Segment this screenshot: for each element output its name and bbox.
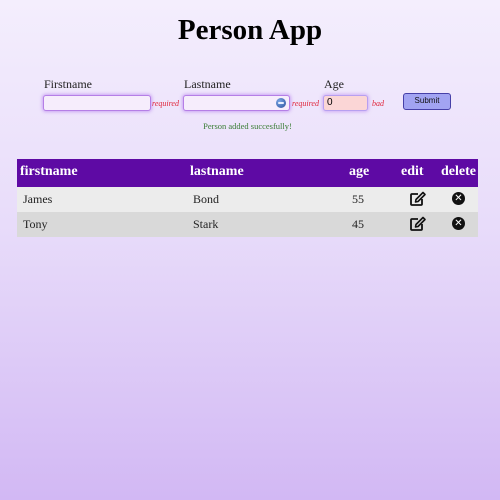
age-label: Age	[324, 77, 344, 91]
column-header-delete: delete	[441, 164, 476, 179]
success-message: Person added succesfully!	[203, 121, 292, 131]
submit-button[interactable]: Submit	[403, 93, 451, 110]
edit-icon[interactable]	[409, 216, 427, 232]
page-title: Person App	[177, 14, 323, 46]
lastname-input[interactable]	[183, 95, 290, 111]
column-header-age: age	[349, 164, 370, 179]
table-header: firstname lastname age edit delete	[17, 159, 478, 187]
column-header-firstname: firstname	[20, 164, 78, 179]
cell-lastname: Bond	[193, 192, 220, 206]
lastname-label: Lastname	[184, 77, 231, 91]
edit-icon[interactable]	[409, 191, 427, 207]
persons-table: firstname lastname age edit delete James…	[17, 159, 478, 237]
firstname-label: Firstname	[44, 77, 92, 91]
table-row: Tony Stark 45 ✕	[17, 212, 478, 237]
cell-age: 55	[352, 192, 364, 206]
column-header-lastname: lastname	[190, 164, 244, 179]
firstname-required-hint: required	[152, 99, 179, 108]
delete-icon[interactable]: ✕	[452, 217, 465, 230]
firstname-input[interactable]	[43, 95, 151, 111]
cell-lastname: Stark	[193, 217, 219, 231]
age-bad-hint: bad	[372, 99, 384, 108]
table-row: James Bond 55 ✕	[17, 187, 478, 212]
cell-firstname: James	[23, 192, 53, 206]
cell-firstname: Tony	[23, 217, 48, 231]
age-input[interactable]	[323, 95, 368, 111]
globe-icon[interactable]	[276, 98, 286, 108]
column-header-edit: edit	[401, 164, 424, 179]
delete-icon[interactable]: ✕	[452, 192, 465, 205]
lastname-required-hint: required	[292, 99, 319, 108]
cell-age: 45	[352, 217, 364, 231]
